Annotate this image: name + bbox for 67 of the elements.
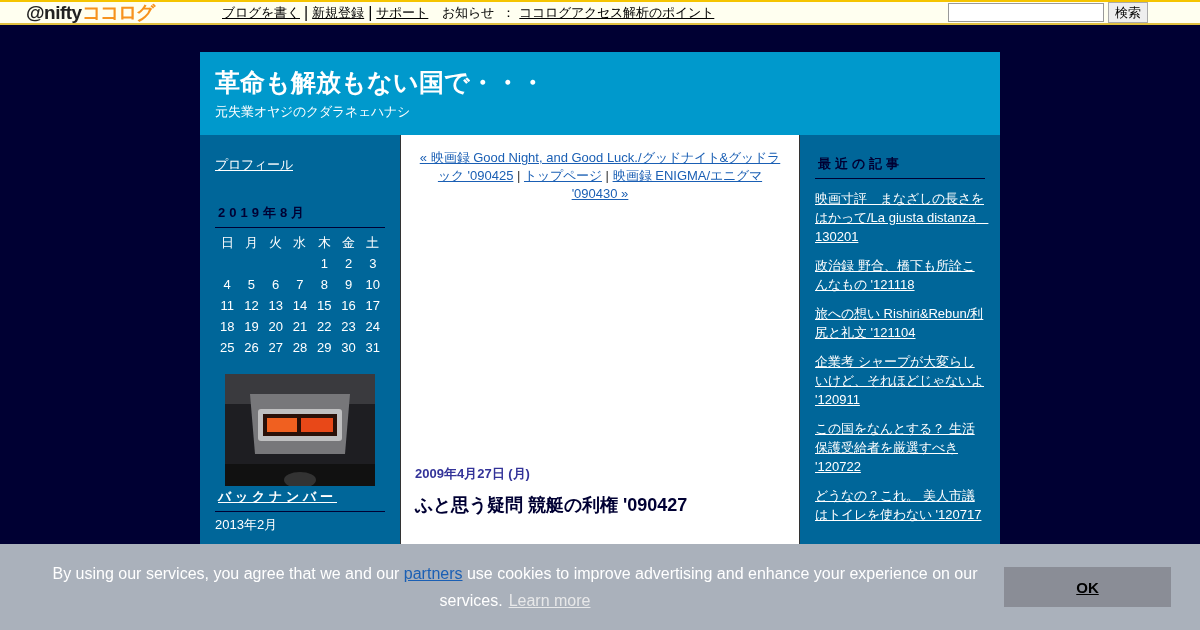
calendar-day: 30 — [336, 337, 361, 358]
calendar-day: 23 — [336, 316, 361, 337]
top-link[interactable]: ブログを書く — [222, 3, 300, 22]
calendar-day: 4 — [215, 274, 240, 295]
recent-post-link[interactable]: 政治録 野合、橋下も所詮こんなもの '121118 — [815, 256, 985, 294]
calendar-day: 9 — [336, 274, 361, 295]
calendar-day: 6 — [263, 274, 288, 295]
calendar-day: 18 — [215, 316, 240, 337]
weekday-label: 月 — [243, 233, 259, 252]
calendar-day: 1 — [312, 253, 337, 274]
backnumber-link[interactable]: バックナンバー — [218, 489, 337, 504]
weekday-label: 木 — [316, 233, 332, 252]
calendar-day: 13 — [263, 295, 288, 316]
top-link[interactable]: 新規登録 — [312, 3, 365, 22]
calendar-day: 14 — [287, 295, 313, 316]
weekday-label: 火 — [268, 233, 284, 252]
calendar-day: 28 — [287, 337, 313, 358]
calendar-day: 15 — [312, 295, 337, 316]
calendar-day: 19 — [239, 316, 264, 337]
weekday-label: 日 — [219, 233, 235, 252]
weekday-label: 水 — [292, 233, 308, 252]
calendar-day: 17 — [360, 295, 385, 316]
calendar-day: 31 — [360, 337, 385, 358]
weekday-label: 金 — [341, 233, 357, 252]
post-navigation[interactable]: « 映画録 Good Night, and Good Luck./グッドナイト&グッドラック '090425 | トップページ | 映画録 ENIGMA/エニグマ '090430 » — [415, 149, 785, 203]
calendar-day: 8 — [312, 274, 337, 295]
search-field[interactable] — [948, 3, 1104, 22]
ok-button[interactable]: OK — [1004, 567, 1171, 607]
cookie-message: By using our services, you agree that we and our partners use cookies to improve advertising and enhance your experience on our services. Learn more — [51, 564, 979, 611]
recent-post-link[interactable]: この国をなんとする？ 生活保護受給者を厳選すべき '120722 — [815, 419, 985, 476]
calendar-day: 16 — [336, 295, 361, 316]
search-button[interactable]: 検索 — [1108, 2, 1148, 23]
weekday-label: 土 — [365, 233, 381, 252]
notice-label: お知らせ — [442, 3, 495, 22]
calendar-day: 24 — [360, 316, 385, 337]
calendar-day: 2 — [336, 253, 361, 274]
calendar-day: 7 — [287, 274, 313, 295]
nifty-logo[interactable]: @niftyココログ — [0, 0, 222, 26]
archive-link[interactable]: 2013年2月 — [215, 515, 385, 534]
recent-post-link[interactable]: 旅への想い Rishiri&Rebun/利尻と礼文 '121104 — [815, 304, 985, 342]
separator: | — [304, 3, 309, 22]
blog-title[interactable]: 革命も解放もない国で・・・ — [215, 66, 985, 99]
calendar-day: 29 — [312, 337, 337, 358]
post-date: 2009年4月27日 (月) — [415, 465, 531, 483]
calendar-day: 5 — [239, 274, 264, 295]
calendar-day: 11 — [215, 295, 240, 316]
calendar-day: 10 — [360, 274, 385, 295]
calendar-day: 3 — [360, 253, 385, 274]
calendar-day: 20 — [263, 316, 288, 337]
profile-link[interactable]: プロフィール — [215, 155, 385, 174]
recent-post-link[interactable]: どうなの？これ。 美人市議はトイレを使わない '120717 — [815, 486, 985, 524]
calendar-day: 22 — [312, 316, 337, 337]
section-heading: 最近の記事 — [815, 155, 985, 179]
recent-post-link[interactable]: 映画寸評 まなざしの長さをはかって/La giusta distanza 130201 — [815, 189, 985, 246]
calendar-day: 26 — [239, 337, 264, 358]
separator: | — [368, 3, 373, 22]
notice-link[interactable]: ココログアクセス解析のポイント — [519, 3, 715, 22]
post-title: ふと思う疑問 競艇の利権 '090427 — [415, 494, 689, 517]
recent-post-link[interactable]: 企業考 シャープが大変らしいけど、それほどじゃないよ '120911 — [815, 352, 985, 409]
calendar-day: 21 — [287, 316, 313, 337]
calendar-day: 12 — [239, 295, 264, 316]
calendar-title: 2019年8月 — [215, 204, 385, 228]
blog-subtitle: 元失業オヤジのクダラネェハナシ — [215, 103, 411, 121]
calendar-day: 27 — [263, 337, 288, 358]
top-link[interactable]: サポート — [376, 3, 429, 22]
separator: ： — [502, 3, 516, 22]
calendar-day: 25 — [215, 337, 240, 358]
